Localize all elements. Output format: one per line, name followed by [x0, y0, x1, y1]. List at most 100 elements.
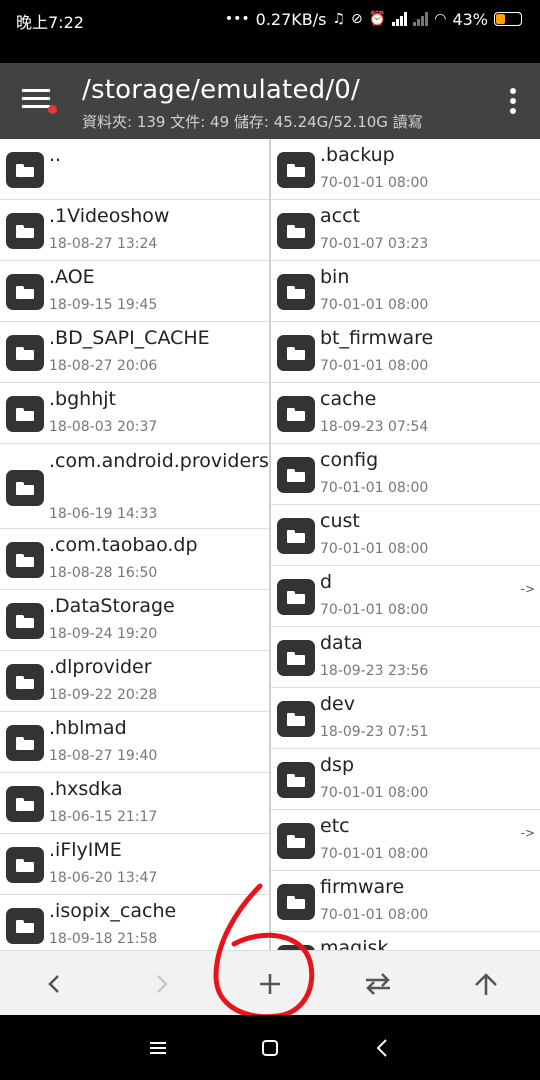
file-date: 70-01-01 08:00	[320, 175, 429, 191]
file-row[interactable]: firmware 70-01-01 08:00	[271, 871, 540, 932]
file-name: .dlprovider	[49, 656, 152, 678]
status-time: 晚上7:22	[16, 13, 84, 32]
forward-button[interactable]	[137, 959, 187, 1009]
headphones-icon: ♫	[332, 11, 346, 27]
file-name: .bghhjt	[49, 388, 116, 410]
folder-icon	[6, 152, 44, 188]
folder-icon	[277, 640, 315, 676]
file-row[interactable]: data 18-09-23 23:56	[271, 627, 540, 688]
current-path: /storage/emulated/0/	[82, 75, 361, 105]
battery-icon	[494, 12, 522, 26]
file-row[interactable]: .dlprovider 18-09-22 20:28	[0, 651, 269, 712]
folder-icon	[6, 396, 44, 432]
status-icons: ••• 0.27KB/s ♫ ⊘ ⏰ ◠ 43%	[225, 8, 522, 30]
signal-2-icon	[413, 12, 429, 26]
file-date: 18-06-15 21:17	[49, 809, 158, 825]
file-name: etc	[320, 815, 350, 837]
file-row[interactable]: acct 70-01-07 03:23	[271, 200, 540, 261]
overflow-menu-button[interactable]	[508, 88, 518, 116]
swap-arrows-icon	[366, 973, 390, 995]
home-button[interactable]	[255, 1033, 285, 1063]
parent-folder-button[interactable]	[461, 959, 511, 1009]
file-row[interactable]: etc 70-01-01 08:00 ->	[271, 810, 540, 871]
file-row[interactable]: cust 70-01-01 08:00	[271, 505, 540, 566]
file-row[interactable]: .DataStorage 18-09-24 19:20	[0, 590, 269, 651]
file-date: 70-01-01 08:00	[320, 358, 429, 374]
file-name: data	[320, 632, 363, 654]
chevron-right-icon	[157, 975, 168, 993]
folder-icon	[277, 335, 315, 371]
file-name: cache	[320, 388, 377, 410]
folder-icon	[277, 152, 315, 188]
file-row[interactable]: .com.android.providers.downloads.ui 18-06…	[0, 444, 269, 529]
file-row[interactable]: magisk	[271, 932, 540, 950]
file-date: 18-09-24 19:20	[49, 626, 158, 642]
battery-percent: 43%	[452, 9, 488, 29]
file-row[interactable]: config 70-01-01 08:00	[271, 444, 540, 505]
file-row[interactable]: bin 70-01-01 08:00	[271, 261, 540, 322]
arrow-up-icon	[475, 973, 497, 995]
menu-button[interactable]	[22, 89, 57, 115]
folder-icon	[277, 213, 315, 249]
file-date: 18-09-23 07:54	[320, 419, 429, 435]
file-name: .hxsdka	[49, 778, 123, 800]
file-row[interactable]: .hxsdka 18-06-15 21:17	[0, 773, 269, 834]
swap-panes-button[interactable]	[353, 959, 403, 1009]
file-date: 70-01-01 08:00	[320, 297, 429, 313]
network-speed: 0.27KB/s	[255, 9, 327, 29]
folder-icon	[277, 274, 315, 310]
file-date: 18-09-18 21:58	[49, 931, 158, 947]
folder-icon	[6, 603, 44, 639]
file-name: .BD_SAPI_CACHE	[49, 327, 210, 349]
file-date: 18-09-23 23:56	[320, 663, 429, 679]
file-row[interactable]: .hblmad 18-08-27 19:40	[0, 712, 269, 773]
more-notifications-icon: •••	[224, 11, 250, 27]
app-header: /storage/emulated/0/ 資料夾: 139 文件: 49 儲存:…	[0, 63, 540, 139]
file-date: 70-01-07 03:23	[320, 236, 429, 252]
file-row[interactable]: ..	[0, 139, 269, 200]
add-button[interactable]	[245, 959, 295, 1009]
file-row[interactable]: dev 18-09-23 07:51	[271, 688, 540, 749]
file-row[interactable]: cache 18-09-23 07:54	[271, 383, 540, 444]
folder-icon	[277, 518, 315, 554]
file-name: firmware	[320, 876, 405, 898]
folder-icon	[6, 847, 44, 883]
alarm-icon: ⏰	[368, 11, 387, 27]
system-nav-bar	[0, 1015, 540, 1080]
status-bar: 晚上7:22 ••• 0.27KB/s ♫ ⊘ ⏰ ◠ 43%	[0, 0, 540, 38]
file-row[interactable]: dsp 70-01-01 08:00	[271, 749, 540, 810]
file-row[interactable]: .isopix_cache 18-09-18 21:58	[0, 895, 269, 950]
file-row[interactable]: .com.taobao.dp 18-08-28 16:50	[0, 529, 269, 590]
folder-icon	[277, 579, 315, 615]
folder-icon	[277, 701, 315, 737]
file-row[interactable]: .BD_SAPI_CACHE 18-08-27 20:06	[0, 322, 269, 383]
folder-icon	[277, 884, 315, 920]
file-name: cust	[320, 510, 360, 532]
file-date: 70-01-01 08:00	[320, 907, 429, 923]
file-row[interactable]: .backup 70-01-01 08:00	[271, 139, 540, 200]
file-name: config	[320, 449, 379, 471]
file-row[interactable]: .bghhjt 18-08-03 20:37	[0, 383, 269, 444]
file-row[interactable]: .iFlyIME 18-06-20 13:47	[0, 834, 269, 895]
recents-button[interactable]	[143, 1033, 173, 1063]
file-name: d	[320, 571, 333, 593]
file-date: 18-08-27 20:06	[49, 358, 158, 374]
folder-icon	[6, 542, 44, 578]
file-name: dev	[320, 693, 355, 715]
back-button[interactable]	[29, 959, 79, 1009]
file-row[interactable]: d 70-01-01 08:00 ->	[271, 566, 540, 627]
file-row[interactable]: .1Videoshow 18-08-27 13:24	[0, 200, 269, 261]
file-row[interactable]: .AOE 18-09-15 19:45	[0, 261, 269, 322]
folder-icon	[277, 457, 315, 493]
right-file-pane: .backup 70-01-01 08:00 acct 70-01-07 03:23 b…	[271, 139, 540, 950]
file-date: 18-08-28 16:50	[49, 565, 158, 581]
file-date: 18-06-20 13:47	[49, 870, 158, 886]
folder-icon	[277, 823, 315, 859]
file-name: .isopix_cache	[49, 900, 177, 922]
file-row[interactable]: bt_firmware 70-01-01 08:00	[271, 322, 540, 383]
folder-icon	[6, 908, 44, 944]
file-name: ..	[49, 144, 62, 166]
file-date: 18-08-03 20:37	[49, 419, 158, 435]
system-back-button[interactable]	[367, 1033, 397, 1063]
file-date: 70-01-01 08:00	[320, 785, 429, 801]
